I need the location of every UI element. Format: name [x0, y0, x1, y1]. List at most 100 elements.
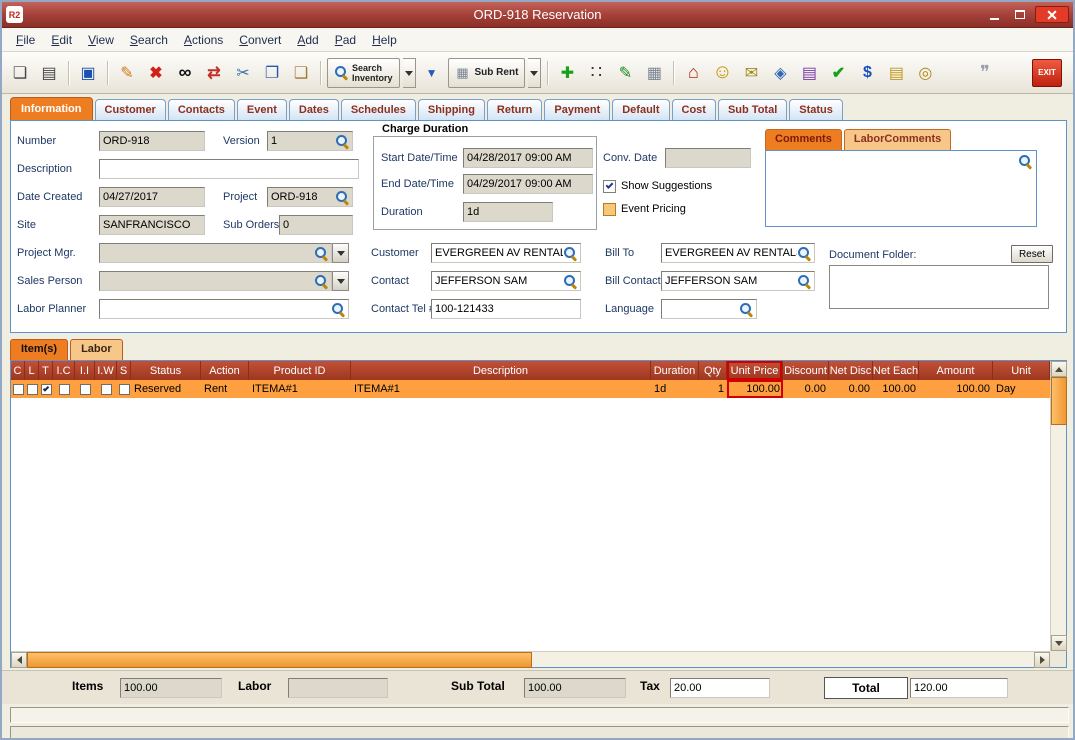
labor-planner-field[interactable] — [99, 299, 349, 319]
menu-search[interactable]: Search — [122, 30, 176, 50]
tab-labor-comments[interactable]: LaborComments — [844, 129, 951, 150]
close-button[interactable] — [1035, 6, 1069, 23]
delete-icon[interactable]: ✖ — [143, 60, 169, 86]
tab-default[interactable]: Default — [612, 99, 669, 120]
cell-amount[interactable]: 100.00 — [919, 380, 993, 398]
tab-dates[interactable]: Dates — [289, 99, 339, 120]
menu-add[interactable]: Add — [289, 30, 326, 50]
tasklist-icon[interactable]: ✔ — [825, 60, 851, 86]
project-mgr-dropdown[interactable] — [332, 243, 349, 263]
cell-duration[interactable]: 1d — [651, 380, 699, 398]
menu-help[interactable]: Help — [364, 30, 405, 50]
rates-icon[interactable]: $ — [854, 60, 880, 86]
tab-contacts[interactable]: Contacts — [168, 99, 235, 120]
cut-icon[interactable]: ✂ — [230, 60, 256, 86]
project-mgr-lookup-icon[interactable] — [314, 246, 328, 261]
menu-edit[interactable]: Edit — [43, 30, 80, 50]
tab-status[interactable]: Status — [789, 99, 843, 120]
horizontal-scroll-thumb[interactable] — [27, 652, 532, 668]
print-icon[interactable]: ▤ — [36, 60, 62, 86]
add-item-icon[interactable]: ✚ — [554, 60, 580, 86]
comments-box[interactable] — [765, 150, 1037, 227]
menu-view[interactable]: View — [80, 30, 122, 50]
items-total-field[interactable]: 100.00 — [120, 678, 222, 698]
language-lookup-icon[interactable] — [739, 302, 753, 317]
cell-status[interactable]: Reserved — [131, 380, 201, 398]
conv-date-field[interactable] — [665, 148, 751, 168]
comments-lookup-icon[interactable] — [1018, 154, 1032, 169]
contact-field[interactable]: JEFFERSON SAM — [431, 271, 581, 291]
project-lookup-icon[interactable] — [335, 190, 349, 205]
sub-orders-field[interactable]: 0 — [279, 215, 353, 235]
cell-product-id[interactable]: ITEMA#1 — [249, 380, 351, 398]
tab-event[interactable]: Event — [237, 99, 287, 120]
sales-person-field[interactable] — [99, 271, 332, 291]
bill-contact-field[interactable]: JEFFERSON SAM — [661, 271, 815, 291]
item-group-icon[interactable]: ∷ — [583, 60, 609, 86]
row-check-c[interactable] — [11, 380, 25, 398]
filter-icon[interactable]: ▼ — [419, 60, 445, 86]
pad-icon[interactable]: ▦ — [641, 60, 667, 86]
description-field[interactable] — [99, 159, 359, 179]
tab-sub-total[interactable]: Sub Total — [718, 99, 787, 120]
version-lookup-icon[interactable] — [335, 134, 349, 149]
cell-net-disc[interactable]: 0.00 — [829, 380, 873, 398]
bill-to-field[interactable]: EVERGREEN AV RENTALS — [661, 243, 815, 263]
horizontal-scrollbar[interactable] — [11, 651, 1050, 667]
project-mgr-field[interactable] — [99, 243, 332, 263]
money-icon[interactable]: ▤ — [883, 60, 909, 86]
mail-icon[interactable]: ✉ — [738, 60, 764, 86]
contact-tel-field[interactable]: 100-121433 — [431, 299, 581, 319]
menu-convert[interactable]: Convert — [231, 30, 289, 50]
customer-lookup-icon[interactable] — [563, 246, 577, 261]
tab-labor[interactable]: Labor — [70, 339, 123, 360]
comment-icon[interactable]: ❞ — [972, 60, 998, 86]
cell-net-each[interactable]: 100.00 — [873, 380, 919, 398]
row-check-t[interactable] — [39, 380, 53, 398]
duration-field[interactable]: 1d — [463, 202, 553, 222]
edit-icon[interactable]: ✎ — [114, 60, 140, 86]
end-date-field[interactable]: 04/29/2017 09:00 AM — [463, 174, 593, 194]
vertical-scroll-thumb[interactable] — [1051, 377, 1067, 425]
start-date-field[interactable]: 04/28/2017 09:00 AM — [463, 148, 593, 168]
menu-actions[interactable]: Actions — [176, 30, 231, 50]
notes-icon[interactable]: ✎ — [612, 60, 638, 86]
search-inventory-dropdown[interactable] — [403, 58, 416, 88]
cell-description[interactable]: ITEMA#1 — [351, 380, 651, 398]
site-icon[interactable]: ⌂ — [680, 60, 706, 86]
grid-row[interactable]: Reserved Rent ITEMA#1 ITEMA#1 1d 1 100.0… — [11, 380, 1050, 398]
find-icon[interactable]: ∞ — [172, 60, 198, 86]
title-bar[interactable]: R2 ORD-918 Reservation — [2, 2, 1073, 28]
save-icon[interactable]: ▣ — [75, 60, 101, 86]
number-field[interactable]: ORD-918 — [99, 131, 205, 151]
tab-customer[interactable]: Customer — [95, 99, 166, 120]
labor-planner-lookup-icon[interactable] — [331, 302, 345, 317]
event-pricing-checkbox[interactable] — [603, 203, 616, 216]
total-field[interactable]: 120.00 — [910, 678, 1008, 698]
copy-icon[interactable]: ❐ — [259, 60, 285, 86]
books-icon[interactable]: ▤ — [796, 60, 822, 86]
site-field[interactable]: SANFRANCISCO — [99, 215, 205, 235]
smiley-icon[interactable]: ☺ — [709, 60, 735, 86]
row-check-iw[interactable] — [95, 380, 117, 398]
minimize-button[interactable] — [983, 6, 1005, 23]
tax-field[interactable]: 20.00 — [670, 678, 770, 698]
menu-file[interactable]: File — [8, 30, 43, 50]
exit-button[interactable]: EXIT — [1032, 59, 1062, 87]
coins-icon[interactable]: ◎ — [912, 60, 938, 86]
language-field[interactable] — [661, 299, 757, 319]
sales-person-lookup-icon[interactable] — [314, 274, 328, 289]
convert-icon[interactable]: ⇄ — [201, 60, 227, 86]
new-icon[interactable]: ❏ — [7, 60, 33, 86]
bill-to-lookup-icon[interactable] — [797, 246, 811, 261]
tab-return[interactable]: Return — [487, 99, 542, 120]
sales-person-dropdown[interactable] — [332, 271, 349, 291]
document-folder-box[interactable] — [829, 265, 1049, 309]
package-icon[interactable]: ◈ — [767, 60, 793, 86]
tab-information[interactable]: Information — [10, 97, 93, 120]
maximize-button[interactable] — [1009, 6, 1031, 23]
cell-unit-price[interactable]: 100.00 — [727, 380, 783, 398]
row-check-s[interactable] — [117, 380, 131, 398]
project-field[interactable]: ORD-918 — [267, 187, 353, 207]
paste-icon[interactable]: ❑ — [288, 60, 314, 86]
